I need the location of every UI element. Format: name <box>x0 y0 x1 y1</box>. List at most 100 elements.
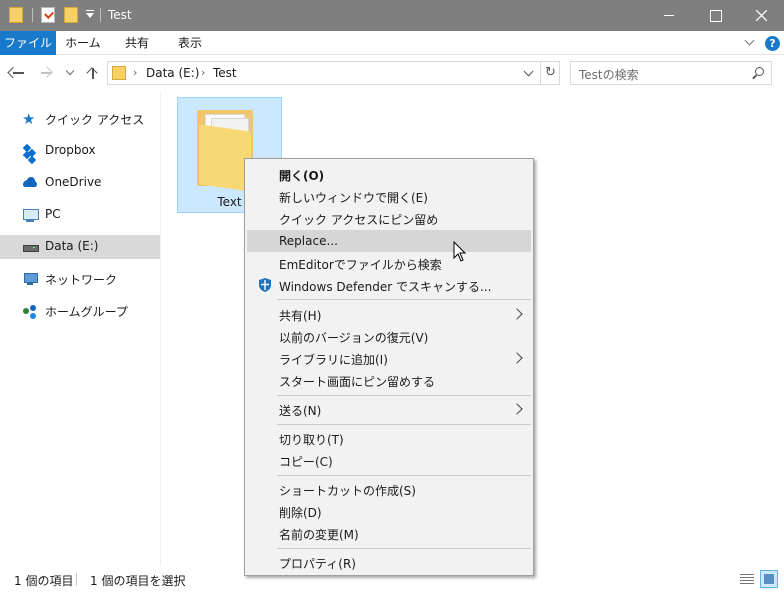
menu-item-label: スタート画面にピン留めする <box>279 375 436 389</box>
menu-item-emeditor-search[interactable]: EmEditorでファイルから検索 <box>247 252 531 274</box>
sidebar-item-onedrive[interactable]: OneDrive <box>0 171 160 195</box>
refresh-icon[interactable]: ↻ <box>542 64 559 82</box>
menu-item-copy[interactable]: コピー(C) <box>247 449 531 471</box>
dropbox-icon <box>22 143 38 159</box>
breadcrumb-separator[interactable]: › <box>133 66 137 79</box>
minimize-button[interactable] <box>646 0 692 31</box>
tab-home[interactable]: ホーム <box>57 31 109 55</box>
menu-item-share[interactable]: 共有(H) <box>247 303 531 325</box>
selected-count: 1 個の項目を選択 <box>90 574 186 588</box>
large-icons-view-button[interactable] <box>760 570 778 588</box>
breadcrumb-test[interactable]: Test <box>213 66 237 80</box>
menu-item-label: ライブラリに追加(I) <box>279 353 388 367</box>
menu-item-label: 以前のバージョンの復元(V) <box>279 331 429 345</box>
menu-item-open[interactable]: 開く(O) <box>247 163 531 185</box>
expand-ribbon-icon[interactable] <box>745 37 755 47</box>
customize-quick-access-icon[interactable] <box>85 10 95 20</box>
submenu-arrow-icon <box>513 403 523 415</box>
menu-separator <box>277 548 531 549</box>
menu-item-label: 開く(O) <box>279 169 325 183</box>
menu-item-pin-start[interactable]: スタート画面にピン留めする <box>247 369 531 391</box>
onedrive-icon <box>22 175 38 191</box>
context-menu: 開く(O) 新しいウィンドウで開く(E) クイック アクセスにピン留め Repl… <box>244 158 534 576</box>
menu-item-label: 名前の変更(M) <box>279 528 359 542</box>
search-icon[interactable] <box>751 66 765 80</box>
tab-view[interactable]: 表示 <box>165 31 215 55</box>
sidebar-item-label: Data (E:) <box>45 239 99 253</box>
help-icon[interactable]: ? <box>765 36 780 51</box>
sidebar-item-label: OneDrive <box>45 175 102 189</box>
submenu-arrow-icon <box>513 352 523 364</box>
address-divider <box>540 62 541 84</box>
menu-item-defender-scan[interactable]: Windows Defender でスキャンする... <box>247 274 531 296</box>
breadcrumb-separator[interactable]: › <box>201 66 205 79</box>
drive-icon <box>22 239 39 255</box>
back-button[interactable] <box>9 64 27 82</box>
maximize-button[interactable] <box>692 0 738 31</box>
new-folder-icon[interactable] <box>64 7 78 23</box>
menu-item-delete[interactable]: 削除(D) <box>247 500 531 522</box>
menu-item-replace[interactable]: Replace... <box>247 230 531 252</box>
search-input[interactable]: Testの検索 <box>579 66 639 83</box>
star-icon: ★ <box>22 110 36 128</box>
window-title: Test <box>108 8 132 22</box>
pc-icon <box>22 207 39 223</box>
navigation-pane: ★ クイック アクセス Dropbox OneDrive PC Data (E:… <box>0 91 161 566</box>
tab-file[interactable]: ファイル <box>0 31 56 55</box>
homegroup-icon <box>22 303 38 319</box>
sidebar-item-label: PC <box>45 207 61 221</box>
menu-item-open-new-window[interactable]: 新しいウィンドウで開く(E) <box>247 185 531 207</box>
sidebar-item-label: ホームグループ <box>45 305 128 319</box>
sidebar-item-dropbox[interactable]: Dropbox <box>0 139 160 163</box>
menu-item-label: 送る(N) <box>279 404 322 418</box>
sidebar-item-label: Dropbox <box>45 143 96 157</box>
menu-item-pin-quick-access[interactable]: クイック アクセスにピン留め <box>247 207 531 229</box>
address-bar[interactable]: › Data (E:) › Test ↻ <box>107 61 560 85</box>
menu-item-cut[interactable]: 切り取り(T) <box>247 427 531 449</box>
sidebar-item-pc[interactable]: PC <box>0 203 160 227</box>
menu-item-label: Replace... <box>279 234 338 248</box>
navigation-bar: › Data (E:) › Test ↻ Testの検索 <box>0 55 784 91</box>
menu-item-add-to-library[interactable]: ライブラリに追加(I) <box>247 347 531 369</box>
sidebar-item-label: クイック アクセス <box>45 113 145 127</box>
menu-item-properties[interactable]: プロパティ(R) <box>247 551 531 573</box>
menu-item-label: 削除(D) <box>279 506 322 520</box>
close-icon <box>756 10 767 21</box>
tab-share[interactable]: 共有 <box>112 31 162 55</box>
recent-locations-button[interactable] <box>62 64 80 82</box>
menu-item-rename[interactable]: 名前の変更(M) <box>247 522 531 544</box>
menu-item-label: EmEditorでファイルから検索 <box>279 258 442 272</box>
sidebar-item-data-drive[interactable]: Data (E:) <box>0 235 160 259</box>
close-button[interactable] <box>738 0 784 31</box>
breadcrumb-data-drive[interactable]: Data (E:) <box>146 66 199 80</box>
network-icon <box>22 271 38 287</box>
up-button[interactable] <box>84 64 102 82</box>
status-divider <box>76 573 77 586</box>
toolbar-separator <box>32 8 33 22</box>
toolbar-separator <box>100 8 101 22</box>
properties-icon[interactable] <box>41 7 55 23</box>
ribbon-tabs: ファイル ホーム 共有 表示 ? <box>0 31 784 55</box>
details-view-button[interactable] <box>738 570 756 588</box>
forward-button[interactable] <box>38 64 56 82</box>
mouse-cursor-icon <box>453 240 467 263</box>
menu-item-label: コピー(C) <box>279 455 333 469</box>
menu-separator <box>277 395 531 396</box>
address-history-dropdown[interactable] <box>522 65 536 81</box>
sidebar-item-quick-access[interactable]: ★ クイック アクセス <box>0 107 160 131</box>
menu-item-label: クイック アクセスにピン留め <box>279 213 439 227</box>
item-count: 1 個の項目 <box>14 574 74 588</box>
sidebar-item-homegroup[interactable]: ホームグループ <box>0 299 160 323</box>
menu-item-label: 切り取り(T) <box>279 433 344 447</box>
sidebar-item-label: ネットワーク <box>45 273 118 287</box>
menu-item-label: プロパティ(R) <box>279 557 356 571</box>
menu-item-send-to[interactable]: 送る(N) <box>247 398 531 420</box>
submenu-arrow-icon <box>513 308 523 320</box>
menu-item-restore-versions[interactable]: 以前のバージョンの復元(V) <box>247 325 531 347</box>
menu-item-label: ショートカットの作成(S) <box>279 484 416 498</box>
search-box[interactable]: Testの検索 <box>570 61 772 85</box>
menu-item-create-shortcut[interactable]: ショートカットの作成(S) <box>247 478 531 500</box>
folder-icon <box>112 66 126 80</box>
menu-separator <box>277 424 531 425</box>
sidebar-item-network[interactable]: ネットワーク <box>0 267 160 291</box>
